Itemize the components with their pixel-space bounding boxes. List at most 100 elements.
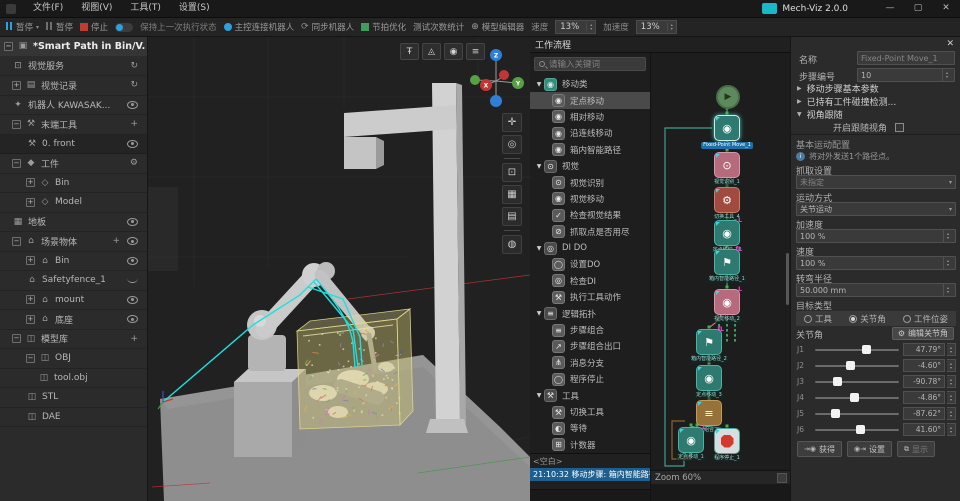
joint-value-input[interactable]: 41.60° (903, 423, 945, 436)
spinner-icon[interactable]: ▴▾ (947, 407, 956, 420)
joint-value-input[interactable]: -4.86° (903, 391, 945, 404)
tree-row[interactable]: + ⌂ Bin (0, 252, 147, 272)
caret-down-icon[interactable]: ▼ (534, 245, 544, 252)
tree-row[interactable]: ⌂ Safetyfence_1 (0, 271, 147, 291)
mesh-display-button[interactable]: ◬ (422, 43, 441, 60)
tree-row[interactable]: ◫ STL (0, 388, 147, 408)
eye-icon[interactable] (127, 237, 138, 245)
node-smart-path-2[interactable]: ⚑ fL 箱内智能路径_2 (696, 329, 722, 355)
joint-value-input[interactable]: -87.62° (903, 407, 945, 420)
step-library-item[interactable]: ⚒ 执行工具动作 (530, 289, 650, 305)
projection-button[interactable]: ▦ (502, 185, 522, 204)
expander[interactable]: + (26, 178, 35, 187)
tree-row[interactable]: ⚒ 0. front (0, 135, 147, 155)
eye-icon[interactable] (127, 140, 138, 148)
expander[interactable]: + (26, 198, 35, 207)
visibility-button[interactable]: ◉ (444, 43, 463, 60)
zoom-tool-button[interactable]: ◎ (502, 135, 522, 154)
node-fixed-move-10[interactable]: ◉ L 定点移动_10 (714, 220, 740, 246)
node-fixed-move-3[interactable]: ◉ 定点移动_3 (696, 365, 722, 391)
menu-item[interactable]: 工具(T) (121, 0, 170, 17)
search-input[interactable]: 请输入关键词 (534, 57, 646, 71)
scroll-end-button[interactable] (777, 473, 787, 483)
step-library-item[interactable]: ↗ 步骤组合出口 (530, 338, 650, 354)
menu-item[interactable]: 文件(F) (24, 0, 72, 17)
expander[interactable]: − (26, 354, 35, 363)
expander[interactable]: − (12, 237, 21, 246)
tree-row[interactable]: ⊡ 视觉服务 ↻ (0, 57, 147, 77)
tree-row[interactable]: + ▤ 视觉记录 ↻ (0, 76, 147, 96)
step-library-item[interactable]: ◯ 程序停止 (530, 371, 650, 387)
slider-handle[interactable] (850, 393, 859, 402)
expander[interactable]: − (12, 120, 21, 129)
accel-input[interactable]: 13% ▴▾ (636, 20, 677, 34)
refresh-icon[interactable]: ↻ (130, 61, 138, 71)
menu-item[interactable]: 视图(V) (72, 0, 121, 17)
spinner-icon[interactable]: ▴▾ (947, 343, 956, 356)
tree-row[interactable]: + ⌂ 底座 (0, 310, 147, 330)
slider-track[interactable] (815, 397, 899, 399)
slider-handle[interactable] (846, 361, 855, 370)
pause-secondary-button[interactable]: 暂停 (46, 21, 73, 33)
node-fixed-move-1[interactable]: ◉ L 定点移动_1 (678, 427, 704, 453)
tree-row[interactable]: ✦ 机器人 KAWASAK... (0, 96, 147, 116)
slider-handle[interactable] (833, 377, 842, 386)
edit-joint-angles-button[interactable]: ⚙ 编辑关节角 (892, 327, 954, 340)
motion-type-select[interactable]: 关节运动▾ (796, 202, 956, 216)
turn-radius-input[interactable]: 50.000 mm ▴▾ (796, 283, 956, 297)
spinner-icon[interactable]: ▴▾ (586, 23, 595, 31)
viewport-3d[interactable]: Ŧ ◬ ◉ ≡ Z X Y ✛ ◎ ⊡ ▦ ▤ ◍ (148, 37, 530, 501)
speed-input[interactable]: 13% ▴▾ (555, 20, 596, 34)
node-vision-recognize-1[interactable]: ⊙ 视觉识别_1 (714, 152, 740, 178)
tree-row[interactable]: − ◆ 工件 ⚙ (0, 154, 147, 174)
expander[interactable]: + (26, 295, 35, 304)
close-panel-icon[interactable]: ✕ (946, 39, 954, 49)
spinner-icon[interactable]: ▴▾ (947, 375, 956, 388)
joint-value-input[interactable]: 47.79° (903, 343, 945, 356)
chevron-down-icon[interactable]: ▾ (36, 24, 39, 31)
radio-icon[interactable] (849, 315, 857, 323)
tree-row[interactable]: ◫ tool.obj (0, 369, 147, 389)
step-library-item[interactable]: ⊙ 视觉识别 (530, 174, 650, 190)
maximize-button[interactable]: ▢ (904, 0, 932, 17)
step-library-item[interactable]: ◉ 定点移动 (530, 92, 650, 108)
tree-row[interactable]: + ◇ Bin (0, 174, 147, 194)
master-connect-button[interactable]: 主控连接机器人 (224, 21, 295, 33)
target-type-radio[interactable]: 工件位姿 (903, 313, 948, 325)
node-vision-move-2[interactable]: ◉ L 视觉移动_2 (714, 289, 740, 315)
eye-off-icon[interactable] (127, 278, 138, 283)
slider-track[interactable] (815, 349, 899, 351)
grab-settings-select[interactable]: 未指定▾ (796, 175, 956, 189)
radio-icon[interactable] (903, 315, 911, 323)
step-library-item[interactable]: ◯ 设置DO (530, 256, 650, 272)
stop-button[interactable]: 停止 (80, 21, 108, 33)
step-library-item[interactable]: ◐ 等待 (530, 420, 650, 436)
eye-icon[interactable] (127, 315, 138, 323)
expander[interactable]: + (12, 81, 21, 90)
spinner-icon[interactable]: ▴▾ (947, 391, 956, 404)
step-library-item[interactable]: ▼ ◉ 移动类 (530, 76, 650, 92)
eye-icon[interactable] (127, 257, 138, 265)
menu-item[interactable]: 设置(S) (170, 0, 219, 17)
node-program-stop-1[interactable]: 程序停止_1 (714, 428, 740, 454)
joint-value-input[interactable]: -90.78° (903, 375, 945, 388)
slider-track[interactable] (815, 429, 899, 431)
step-library-item[interactable]: ◉ 相对移动 (530, 109, 650, 125)
expander[interactable]: − (4, 42, 13, 51)
spinner-icon[interactable]: ▴▾ (943, 257, 952, 269)
acceleration-input[interactable]: 100 % ▴▾ (796, 229, 956, 243)
expander[interactable]: − (12, 334, 21, 343)
step-library-item[interactable]: ⊘ 抓取点是否用尽 (530, 224, 650, 240)
caret-down-icon[interactable]: ▼ (534, 81, 544, 88)
get-joints-button[interactable]: ⇥◉ 获得 (797, 441, 842, 457)
refresh-icon[interactable]: ↻ (130, 80, 138, 90)
expander[interactable]: + (26, 256, 35, 265)
beat-optimize-button[interactable]: 节拍优化 (361, 21, 406, 33)
slider-handle[interactable] (856, 425, 865, 434)
log-line-selected[interactable]: 21:10:32 移动步骤: 箱内智能路径 (530, 468, 650, 481)
slider-handle[interactable] (831, 409, 840, 418)
eye-icon[interactable] (127, 101, 138, 109)
tree-row[interactable]: ▦ 地板 (0, 213, 147, 233)
canvas-scrollbar[interactable] (786, 253, 789, 305)
globe-view-button[interactable]: ◍ (502, 235, 522, 254)
